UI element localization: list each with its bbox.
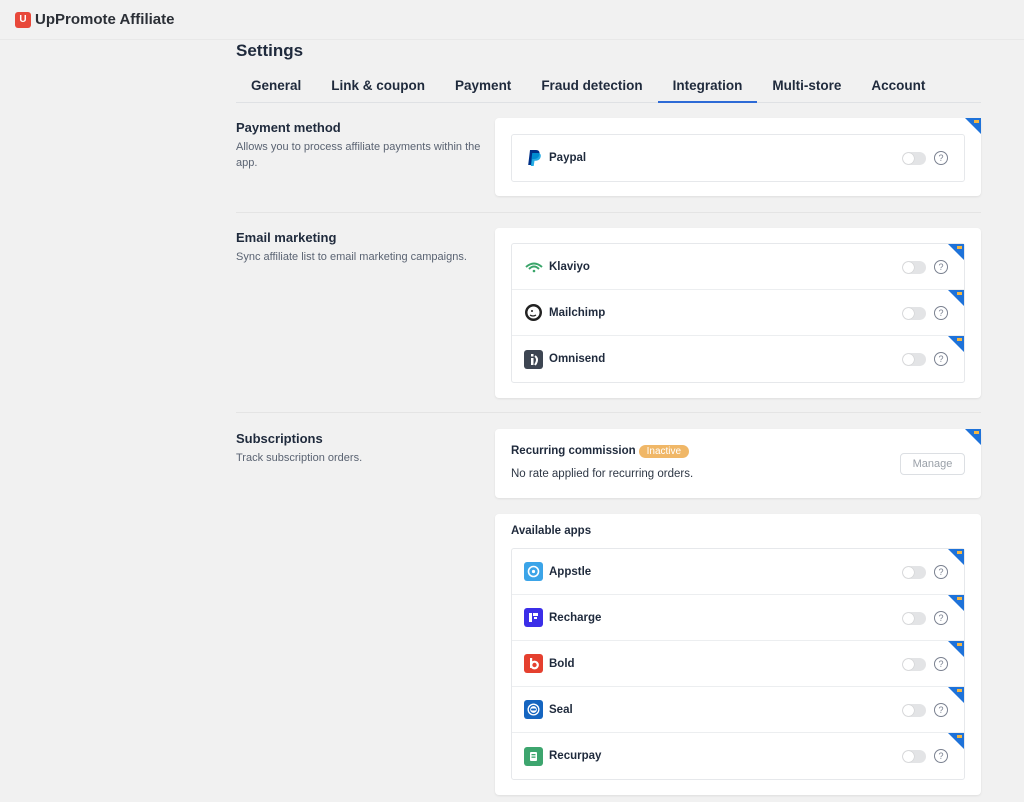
list-item: Appstle ? bbox=[512, 549, 964, 595]
app-name: Appstle bbox=[549, 565, 592, 578]
settings-tabs: General Link & coupon Payment Fraud dete… bbox=[236, 71, 981, 103]
subscriptions-section-header: Subscriptions Track subscription orders. bbox=[236, 431, 481, 466]
recurring-commission-title-row: Recurring commission Inactive bbox=[511, 445, 690, 458]
pro-ribbon-icon bbox=[965, 118, 981, 134]
omnisend-toggle[interactable] bbox=[902, 353, 926, 366]
pro-ribbon-icon bbox=[948, 290, 964, 306]
pro-ribbon-icon bbox=[965, 429, 981, 445]
brand[interactable]: U UpPromote Affiliate bbox=[15, 11, 174, 28]
section-divider bbox=[236, 412, 981, 413]
tab-fraud-detection[interactable]: Fraud detection bbox=[526, 71, 657, 102]
pro-ribbon-icon bbox=[948, 336, 964, 352]
recharge-toggle[interactable] bbox=[902, 612, 926, 625]
help-icon[interactable]: ? bbox=[934, 260, 948, 274]
klaviyo-icon bbox=[524, 257, 543, 276]
list-item: Klaviyo ? bbox=[512, 244, 964, 290]
app-name: Recharge bbox=[549, 611, 602, 624]
app-name: UpPromote Affiliate bbox=[35, 11, 175, 28]
recurring-commission-title: Recurring commission bbox=[511, 445, 636, 457]
app-name: Bold bbox=[549, 657, 575, 670]
paypal-icon bbox=[524, 148, 543, 168]
uppromote-logo-icon: U bbox=[15, 11, 31, 28]
help-icon[interactable]: ? bbox=[934, 703, 948, 717]
appstle-toggle[interactable] bbox=[902, 566, 926, 579]
top-bar: U UpPromote Affiliate bbox=[0, 0, 1024, 40]
list-item: Mailchimp ? bbox=[512, 290, 964, 336]
klaviyo-toggle[interactable] bbox=[902, 261, 926, 274]
help-icon[interactable]: ? bbox=[934, 611, 948, 625]
seal-icon bbox=[524, 700, 543, 719]
mailchimp-toggle[interactable] bbox=[902, 307, 926, 320]
app-name: Omnisend bbox=[549, 353, 606, 365]
list-item: Bold ? bbox=[512, 641, 964, 687]
bold-toggle[interactable] bbox=[902, 658, 926, 671]
pro-ribbon-icon bbox=[948, 687, 964, 703]
payment-app-list: Paypal ? bbox=[511, 134, 965, 182]
section-title: Subscriptions bbox=[236, 431, 323, 446]
pro-ribbon-icon bbox=[948, 641, 964, 657]
tab-account[interactable]: Account bbox=[856, 71, 940, 102]
recurring-commission-description: No rate applied for recurring orders. bbox=[511, 468, 694, 480]
tab-integration[interactable]: Integration bbox=[657, 71, 758, 103]
app-name: Recurpay bbox=[549, 750, 602, 762]
list-item: Recurpay ? bbox=[512, 733, 964, 779]
page-title: Settings bbox=[236, 41, 304, 60]
list-item: Paypal ? bbox=[512, 135, 964, 181]
pro-ribbon-icon bbox=[948, 595, 964, 611]
help-icon[interactable]: ? bbox=[934, 657, 948, 671]
paypal-toggle[interactable] bbox=[902, 152, 926, 165]
tab-payment[interactable]: Payment bbox=[440, 71, 526, 102]
email-marketing-section-header: Email marketing Sync affiliate list to e… bbox=[236, 230, 481, 265]
help-icon[interactable]: ? bbox=[934, 352, 948, 366]
list-item: Recharge ? bbox=[512, 595, 964, 641]
recharge-icon bbox=[524, 608, 543, 627]
app-name: Mailchimp bbox=[549, 306, 606, 319]
tab-multi-store[interactable]: Multi-store bbox=[757, 71, 856, 102]
available-apps-title: Available apps bbox=[511, 525, 592, 537]
app-name: Klaviyo bbox=[549, 260, 590, 273]
section-title: Payment method bbox=[236, 120, 341, 135]
help-icon[interactable]: ? bbox=[934, 749, 948, 763]
pro-ribbon-icon bbox=[948, 733, 964, 749]
tab-link-coupon[interactable]: Link & coupon bbox=[316, 71, 440, 102]
seal-toggle[interactable] bbox=[902, 704, 926, 717]
mailchimp-icon bbox=[524, 303, 543, 322]
tab-general[interactable]: General bbox=[236, 71, 316, 102]
app-name: Paypal bbox=[549, 152, 587, 164]
section-description: Allows you to process affiliate payments… bbox=[236, 141, 481, 169]
appstle-icon bbox=[524, 562, 543, 581]
help-icon[interactable]: ? bbox=[934, 565, 948, 579]
subscription-app-list: Appstle ? Recharge ? Bold ? Seal ? Recur… bbox=[511, 548, 965, 780]
help-icon[interactable]: ? bbox=[934, 151, 948, 165]
recurring-commission-card: Recurring commission Inactive No rate app… bbox=[495, 429, 981, 498]
omnisend-icon bbox=[524, 349, 543, 369]
pro-ribbon-icon bbox=[948, 244, 964, 260]
status-badge: Inactive bbox=[638, 445, 690, 458]
list-item: Omnisend ? bbox=[512, 336, 964, 382]
payment-method-card: Paypal ? bbox=[495, 118, 981, 196]
section-description: Track subscription orders. bbox=[236, 452, 363, 464]
email-marketing-card: Klaviyo ? Mailchimp ? Omnisend ? bbox=[495, 228, 981, 398]
section-divider bbox=[236, 212, 981, 213]
available-apps-card: Available apps Appstle ? Recharge ? Bold… bbox=[495, 514, 981, 795]
recurpay-toggle[interactable] bbox=[902, 750, 926, 763]
list-item: Seal ? bbox=[512, 687, 964, 733]
help-icon[interactable]: ? bbox=[934, 306, 948, 320]
manage-button[interactable]: Manage bbox=[900, 453, 965, 475]
section-description: Sync affiliate list to email marketing c… bbox=[236, 251, 467, 263]
bold-icon bbox=[524, 654, 543, 673]
recurpay-icon bbox=[524, 746, 543, 766]
payment-method-section-header: Payment method Allows you to process aff… bbox=[236, 120, 481, 171]
email-app-list: Klaviyo ? Mailchimp ? Omnisend ? bbox=[511, 243, 965, 383]
section-title: Email marketing bbox=[236, 230, 337, 245]
pro-ribbon-icon bbox=[948, 549, 964, 565]
app-name: Seal bbox=[549, 703, 573, 716]
